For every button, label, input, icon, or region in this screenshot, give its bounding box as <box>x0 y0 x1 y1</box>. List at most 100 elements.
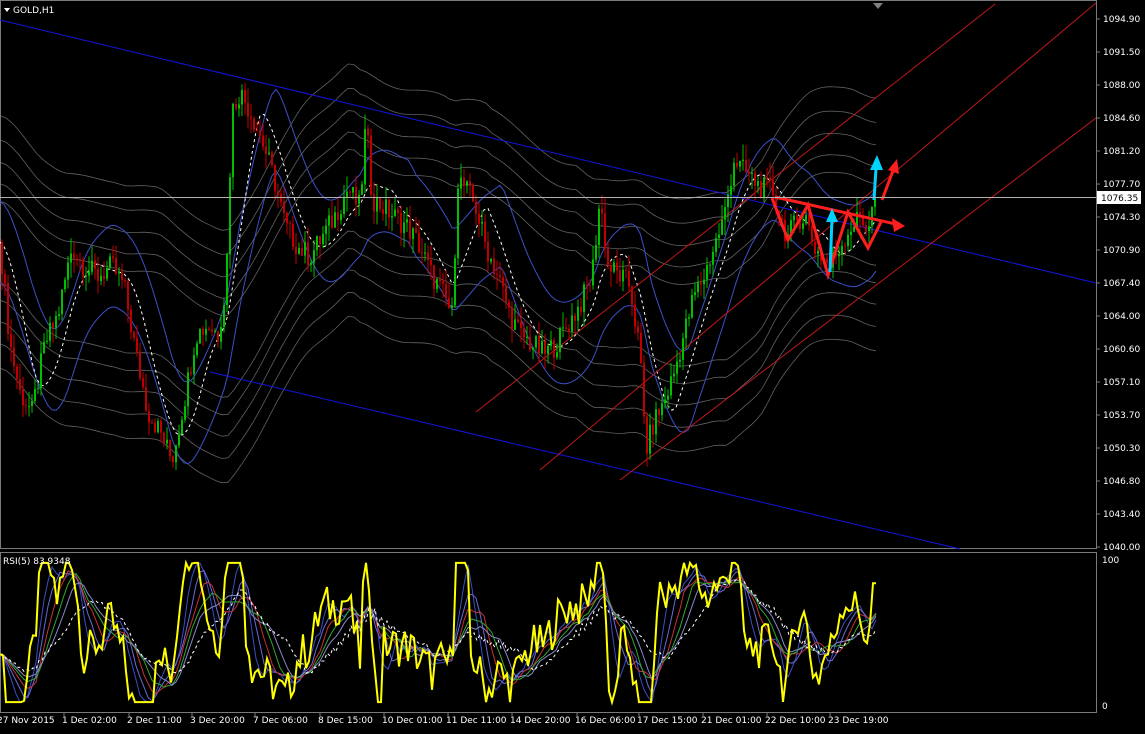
candle-body <box>304 242 306 256</box>
candle-body <box>646 416 648 454</box>
candle-body <box>538 336 540 354</box>
candle-body <box>193 355 195 374</box>
candle-body <box>583 284 585 313</box>
price-tick-label: 1043.40 <box>1103 510 1140 520</box>
time-tick-label: 8 Dec 15:00 <box>318 716 373 726</box>
candle-body <box>325 225 327 234</box>
candle-body <box>217 331 219 342</box>
candle-body <box>301 247 303 256</box>
candle-body <box>157 420 159 433</box>
candle-body <box>697 282 699 293</box>
candle-body <box>145 387 147 411</box>
candle-body <box>253 118 255 131</box>
candle-body <box>844 245 846 247</box>
candle-body <box>526 336 528 338</box>
candle-body <box>574 315 576 321</box>
candle-body <box>607 248 609 266</box>
candle-body <box>7 283 9 334</box>
candle-body <box>16 366 18 380</box>
candle-body <box>256 130 258 132</box>
candle-body <box>724 207 726 220</box>
candle-body <box>103 275 105 279</box>
head-cyan-arrow <box>828 217 834 273</box>
candle-body <box>136 337 138 352</box>
candle-body <box>733 162 735 186</box>
candle-body <box>439 278 441 282</box>
candle-body <box>643 362 645 417</box>
candle-body <box>43 341 45 354</box>
candle-body <box>343 196 345 215</box>
candle-body <box>166 439 168 444</box>
candle-body <box>4 274 6 284</box>
candle-body <box>178 434 180 446</box>
candle-body <box>763 177 765 199</box>
candle-body <box>22 389 24 406</box>
time-tick-label: 23 Dec 19:00 <box>828 716 889 726</box>
candle-body <box>82 259 84 277</box>
candle-body <box>679 359 681 362</box>
price-chart[interactable]: 1076.35 GOLD,H1 1094.90 1091.50 1088.00 108… <box>0 0 1145 734</box>
candle-body <box>700 282 702 285</box>
candle-body <box>709 264 711 266</box>
time-tick-label: 7 Dec 06:00 <box>253 716 308 726</box>
price-tick-label: 1060.60 <box>1103 345 1140 355</box>
candle-body <box>658 409 660 416</box>
price-tick-label: 1084.60 <box>1103 114 1140 124</box>
candle-body <box>802 223 804 229</box>
candle-body <box>337 212 339 220</box>
candle-body <box>202 328 204 335</box>
price-tick-label: 1053.70 <box>1103 411 1140 421</box>
candle-body <box>79 258 81 260</box>
candle-body <box>412 228 414 239</box>
candle-body <box>226 254 228 306</box>
price-tick-label: 1046.80 <box>1103 477 1140 487</box>
candle-body <box>259 130 261 136</box>
candle-body <box>811 225 813 242</box>
candle-body <box>427 252 429 261</box>
candle-body <box>175 445 177 463</box>
candle-body <box>100 275 102 281</box>
candle-body <box>622 269 624 282</box>
candle-body <box>769 177 771 181</box>
candle-body <box>403 222 405 233</box>
candle-body <box>316 236 318 251</box>
candle-body <box>868 226 870 232</box>
rsi-scale-bottom: 0 <box>1102 702 1108 712</box>
candle-body <box>673 373 675 377</box>
candle-body <box>580 306 582 313</box>
candle-body <box>745 159 747 173</box>
candle-body <box>400 212 402 233</box>
candle-body <box>520 321 522 329</box>
candle-body <box>142 378 144 388</box>
candle-body <box>34 388 36 402</box>
candle-body <box>850 231 852 235</box>
candle-body <box>718 234 720 239</box>
candle-body <box>793 215 795 221</box>
candle-body <box>871 206 873 227</box>
candle-body <box>190 372 192 374</box>
candle-body <box>469 181 471 186</box>
candle-body <box>172 456 174 463</box>
candle-body <box>664 399 666 404</box>
candle-body <box>742 159 744 161</box>
candle-body <box>220 327 222 342</box>
candle-body <box>589 285 591 287</box>
candle-body <box>565 327 567 329</box>
candle-body <box>670 376 672 396</box>
candle-body <box>367 129 369 136</box>
candle-body <box>295 247 297 254</box>
candle-body <box>487 241 489 262</box>
candle-body <box>457 188 459 259</box>
candle-body <box>106 267 108 279</box>
candle-body <box>115 258 117 274</box>
candle-body <box>181 419 183 435</box>
candle-body <box>37 388 39 390</box>
candle-body <box>631 286 633 305</box>
candle-body <box>805 214 807 224</box>
candle-body <box>277 191 279 195</box>
candle-body <box>667 395 669 400</box>
candle-body <box>28 406 30 408</box>
price-tick-label: 1050.30 <box>1103 444 1140 454</box>
candle-body <box>694 292 696 296</box>
candle-body <box>595 245 597 260</box>
